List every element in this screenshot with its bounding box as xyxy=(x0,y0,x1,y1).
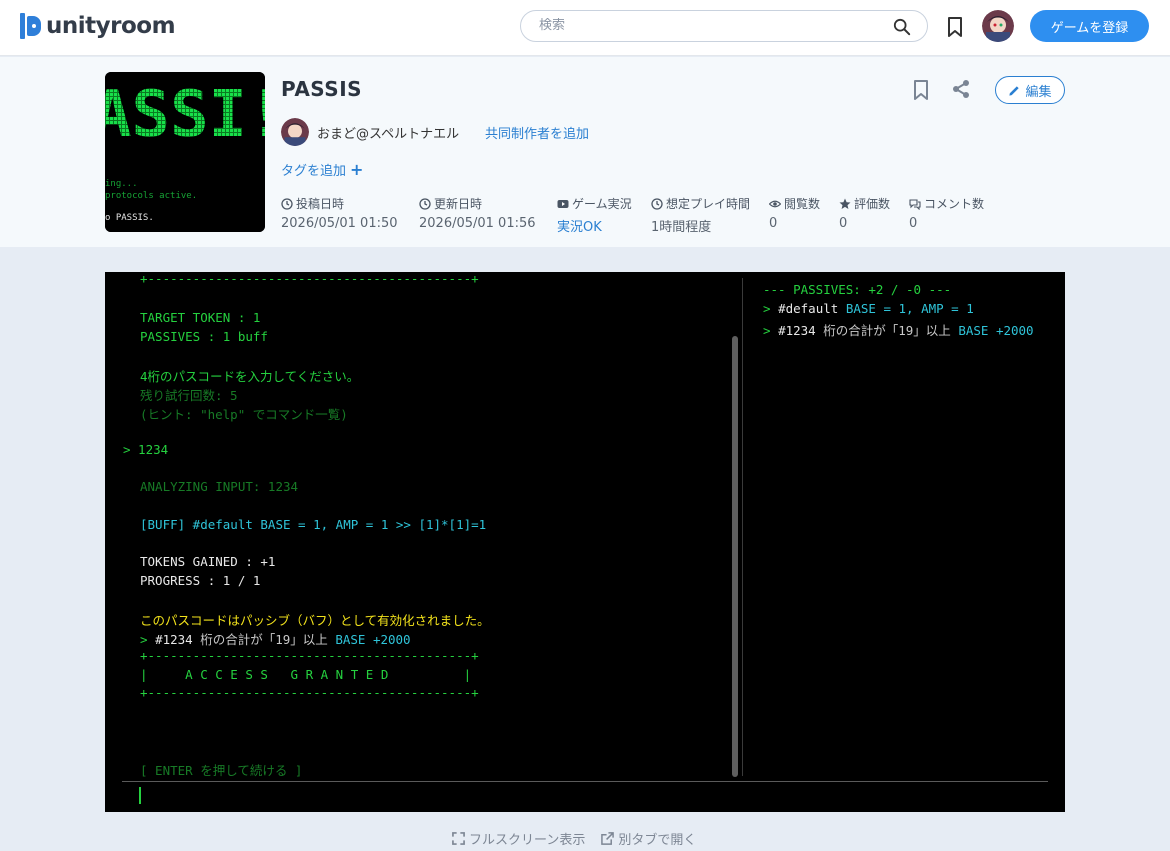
game-footer-links: フルスクリーン表示 別タブで開く xyxy=(452,829,696,848)
terminal-box-bottom: +---------------------------------------… xyxy=(140,685,479,700)
stat-posted: 投稿日時 2026/05/01 01:50 xyxy=(281,197,398,231)
add-tag-button[interactable]: タグを追加 + xyxy=(281,160,363,179)
stat-playtime: 想定プレイ時間 1時間程度 xyxy=(651,197,751,235)
stat-comments: コメント数 0 xyxy=(909,197,985,231)
clock-icon xyxy=(281,197,293,210)
passives-panel-item: > #1234 桁の合計が「19」以上 BASE +2000 xyxy=(763,323,1034,338)
terminal-enter-prompt[interactable]: [ ENTER を押して続ける ] xyxy=(140,760,302,779)
stat-updated-value: 2026/05/01 01:56 xyxy=(419,216,536,231)
terminal-buff-line: [BUFF] #default BASE = 1, AMP = 1 >> [1]… xyxy=(140,517,487,532)
add-tag-label: タグを追加 xyxy=(281,164,347,179)
svg-text:protocols active.: protocols active. xyxy=(105,191,197,201)
bookmark-icon[interactable] xyxy=(944,15,966,39)
terminal-activated-message: このパスコードはパッシブ（バフ）として有効化されました。 xyxy=(140,613,490,628)
logo-text: unityroom xyxy=(46,13,176,39)
terminal-progress: PROGRESS : 1 / 1 xyxy=(140,573,261,588)
svg-text:ing...: ing... xyxy=(105,179,138,189)
share-icon[interactable] xyxy=(950,78,972,100)
stat-posted-value: 2026/05/01 01:50 xyxy=(281,216,398,231)
game-canvas[interactable]: +---------------------------------------… xyxy=(105,272,1065,812)
terminal-access-granted: | A C C E S S G R A N T E D | xyxy=(140,667,472,682)
edit-button[interactable]: 編集 xyxy=(995,76,1065,104)
game-thumbnail: ASSI! ing... protocols active. o PASSIS. xyxy=(105,72,265,232)
pencil-icon xyxy=(1009,85,1020,96)
clock-icon xyxy=(419,197,431,210)
register-game-button[interactable]: ゲームを登録 xyxy=(1030,10,1149,42)
fullscreen-icon xyxy=(452,832,465,845)
stat-views: 閲覧数 0 xyxy=(769,197,821,231)
search-box[interactable] xyxy=(520,10,928,42)
plus-icon: + xyxy=(350,160,364,179)
clock-icon xyxy=(651,197,663,210)
stat-ratings: 評価数 0 xyxy=(839,197,891,231)
terminal-tokens-gained: TOKENS GAINED : +1 xyxy=(140,554,276,569)
passives-panel-header: --- PASSIVES: +2 / -0 --- xyxy=(763,282,952,297)
top-navigation-bar: unityroom ゲームを登録 xyxy=(0,0,1170,56)
terminal-input-caret[interactable] xyxy=(139,787,141,804)
comment-icon xyxy=(909,198,921,210)
terminal-target-token: TARGET TOKEN : 1 xyxy=(140,310,261,325)
terminal-analyzing: ANALYZING INPUT: 1234 xyxy=(140,479,299,494)
panel-divider xyxy=(742,278,743,776)
search-icon[interactable] xyxy=(893,18,911,36)
unityroom-logo[interactable]: unityroom xyxy=(20,11,176,41)
fullscreen-link[interactable]: フルスクリーン表示 xyxy=(452,829,585,848)
game-bookmark-icon[interactable] xyxy=(910,78,932,102)
stat-views-value: 0 xyxy=(769,216,778,231)
author-name[interactable]: おまど@スペルトナエル xyxy=(317,123,459,142)
edit-label: 編集 xyxy=(1025,84,1052,100)
user-avatar[interactable] xyxy=(982,10,1014,42)
external-link-icon xyxy=(601,832,615,845)
game-title: PASSIS xyxy=(281,77,363,101)
svg-text:o PASSIS.: o PASSIS. xyxy=(105,213,154,223)
stat-streaming-value[interactable]: 実況OK xyxy=(557,216,632,235)
terminal-scrollbar[interactable] xyxy=(732,336,738,777)
add-coauthor-link[interactable]: 共同制作者を追加 xyxy=(485,123,589,142)
open-new-tab-link[interactable]: 別タブで開く xyxy=(601,829,696,848)
eye-icon xyxy=(769,200,781,207)
stat-playtime-value: 1時間程度 xyxy=(651,220,712,235)
terminal-passives: PASSIVES : 1 buff xyxy=(140,329,268,344)
stat-updated: 更新日時 2026/05/01 01:56 xyxy=(419,197,536,231)
terminal-prompt-message: 4桁のパスコードを入力してください。 xyxy=(140,369,360,384)
search-input[interactable] xyxy=(539,18,889,33)
svg-text:ASSI!: ASSI! xyxy=(105,78,265,152)
terminal-border-top: +---------------------------------------… xyxy=(140,272,479,286)
terminal-attempts: 残り試行回数: 5 xyxy=(140,388,238,403)
logo-icon xyxy=(20,11,42,41)
stat-ratings-value: 0 xyxy=(839,216,848,231)
youtube-icon xyxy=(557,199,569,208)
terminal-box-top: +---------------------------------------… xyxy=(140,648,479,663)
input-divider xyxy=(122,781,1048,782)
passives-panel-item: > #default BASE = 1, AMP = 1 xyxy=(763,301,974,316)
terminal-input-echo: > 1234 xyxy=(123,442,169,457)
author-avatar[interactable] xyxy=(281,118,309,146)
terminal-passive-line: > #1234 桁の合計が「19」以上 BASE +2000 xyxy=(140,632,411,647)
terminal-hint: (ヒント: "help" でコマンド一覧) xyxy=(140,407,348,422)
star-icon xyxy=(839,198,851,209)
stat-comments-value: 0 xyxy=(909,216,918,231)
stat-streaming: ゲーム実況 実況OK xyxy=(557,197,632,235)
